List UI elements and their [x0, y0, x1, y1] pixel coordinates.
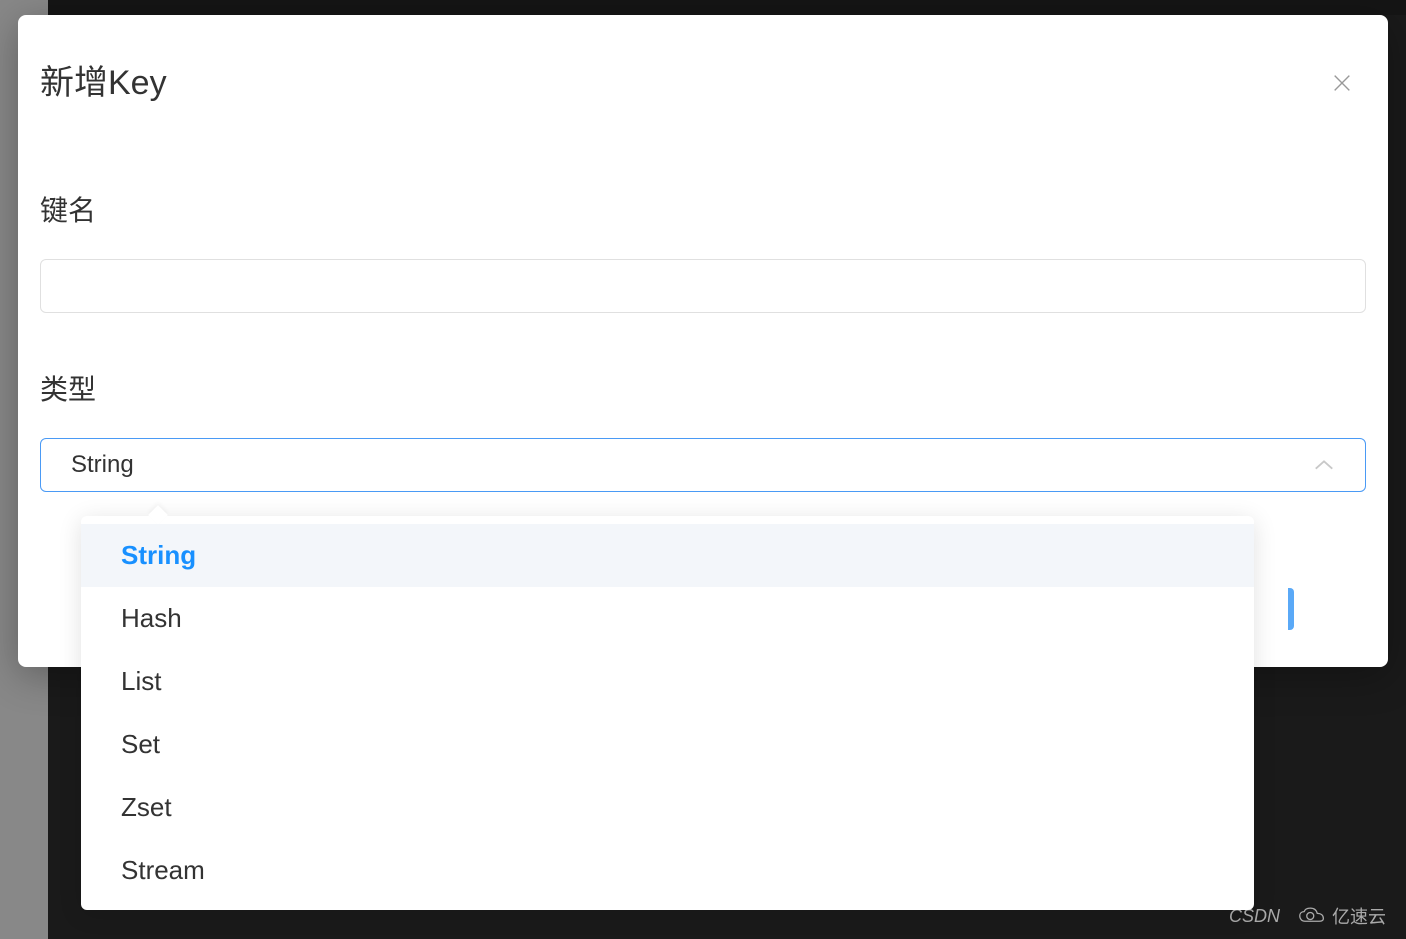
- close-icon: [1331, 72, 1353, 94]
- type-dropdown: String Hash List Set Zset Stream: [81, 516, 1254, 910]
- type-select[interactable]: String: [40, 438, 1366, 492]
- dropdown-option-hash[interactable]: Hash: [81, 587, 1254, 650]
- watermark-yisuyun: 亿速云: [1332, 903, 1386, 929]
- watermark-cloud: 亿速云: [1298, 903, 1386, 929]
- type-select-value: String: [71, 451, 134, 479]
- dropdown-option-list[interactable]: List: [81, 650, 1254, 713]
- cloud-icon: [1298, 906, 1326, 926]
- topbar-background: [48, 0, 1406, 15]
- close-button[interactable]: [1326, 67, 1358, 99]
- type-select-wrapper: String String Hash List Set Zset Stream: [40, 438, 1366, 492]
- dropdown-option-string[interactable]: String: [81, 524, 1254, 587]
- new-key-modal: 新增Key 键名 类型 String String Hash List Set …: [18, 15, 1388, 667]
- key-name-input[interactable]: [40, 259, 1366, 313]
- type-label: 类型: [40, 368, 1366, 408]
- modal-header: 新增Key: [40, 55, 1366, 104]
- modal-title: 新增Key: [40, 55, 167, 104]
- chevron-up-icon: [1313, 451, 1335, 479]
- key-name-label: 键名: [40, 189, 1366, 229]
- dropdown-option-zset[interactable]: Zset: [81, 776, 1254, 839]
- confirm-button-edge[interactable]: [1288, 588, 1294, 630]
- dropdown-option-stream[interactable]: Stream: [81, 839, 1254, 902]
- dropdown-option-set[interactable]: Set: [81, 713, 1254, 776]
